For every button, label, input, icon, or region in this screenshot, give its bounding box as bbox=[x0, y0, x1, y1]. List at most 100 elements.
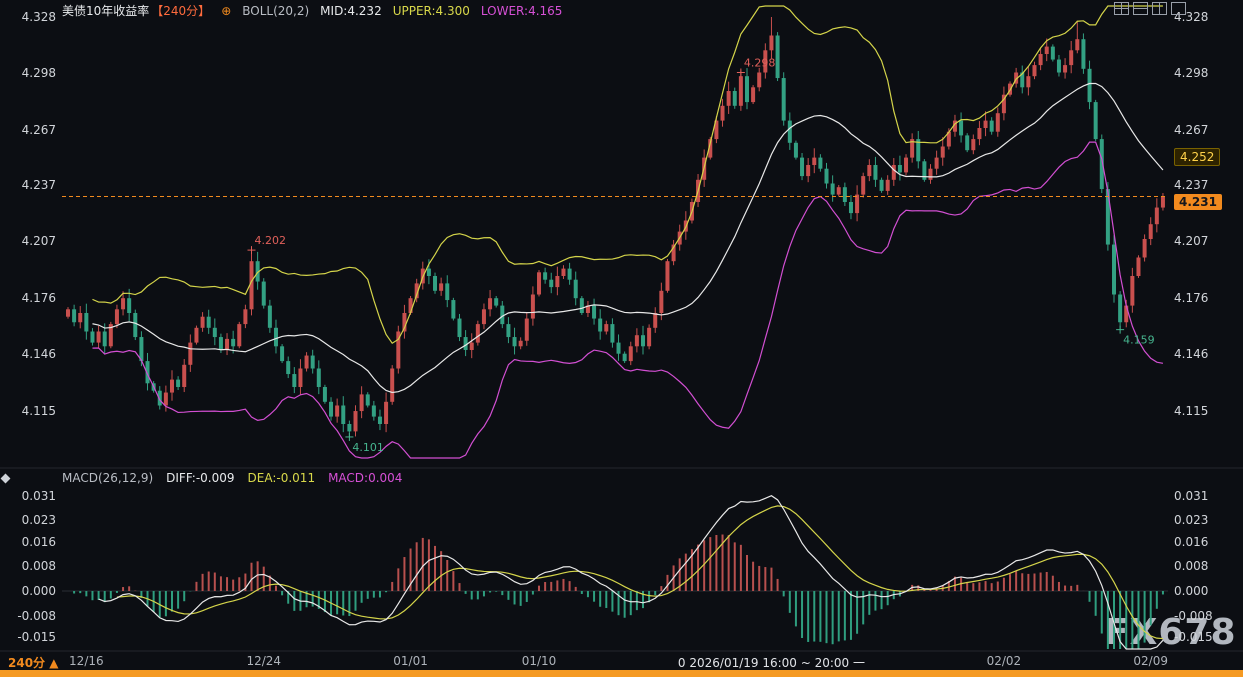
candle-body bbox=[445, 283, 449, 300]
price-axis-right: 4.3284.2984.2674.2374.2074.1764.1464.115… bbox=[1174, 0, 1243, 677]
macd-axis-label: 0.016 bbox=[0, 535, 56, 549]
price-axis-label: 4.328 bbox=[0, 10, 56, 24]
candle-body bbox=[378, 417, 382, 424]
candle-body bbox=[1124, 306, 1128, 323]
candle-body bbox=[390, 369, 394, 402]
candle-body bbox=[941, 147, 945, 158]
candle-body bbox=[647, 328, 651, 347]
candle-body bbox=[225, 339, 229, 350]
candle-body bbox=[617, 343, 621, 354]
macd-dea-value: DEA:-0.011 bbox=[248, 471, 316, 485]
candle-body bbox=[476, 324, 480, 343]
layout-grid-icon[interactable] bbox=[1114, 2, 1129, 15]
layout-vsplit-icon[interactable] bbox=[1152, 2, 1167, 15]
candlestick-series[interactable] bbox=[66, 17, 1165, 437]
price-axis-label: 4.176 bbox=[0, 291, 56, 305]
candle-body bbox=[433, 276, 437, 291]
candle-body bbox=[629, 346, 633, 361]
macd-header: MACD(26,12,9) DIFF:-0.009 DEA:-0.011 MAC… bbox=[62, 471, 402, 485]
price-tag-alert[interactable]: 4.252 bbox=[1174, 148, 1220, 166]
candle-body bbox=[201, 317, 205, 328]
candle-body bbox=[739, 76, 743, 106]
candle-body bbox=[1026, 76, 1030, 87]
candle-body bbox=[537, 272, 541, 294]
candle-body bbox=[262, 282, 266, 306]
candle-body bbox=[610, 324, 614, 343]
candle-body bbox=[170, 380, 174, 393]
candle-body bbox=[1149, 224, 1153, 239]
candle-body bbox=[1057, 60, 1061, 73]
boll-mid-line bbox=[92, 84, 1162, 393]
price-axis-label: 4.115 bbox=[1174, 404, 1208, 418]
layout-single-icon[interactable] bbox=[1171, 2, 1186, 15]
candle-body bbox=[103, 332, 107, 347]
macd-axis-label: 0.008 bbox=[0, 559, 56, 573]
price-axis-label: 4.237 bbox=[0, 178, 56, 192]
boll-label[interactable]: BOLL(20,2) bbox=[242, 4, 309, 18]
price-axis-left: 4.3284.2984.2674.2374.2074.1764.1464.115… bbox=[0, 0, 56, 677]
candle-body bbox=[341, 406, 345, 425]
x-axis-label: 12/16 bbox=[69, 654, 104, 668]
macd-label[interactable]: MACD(26,12,9) bbox=[62, 471, 153, 485]
macd-axis-label: -0.015 bbox=[1174, 630, 1213, 644]
macd-axis-label: 0.031 bbox=[0, 489, 56, 503]
price-axis-label: 4.115 bbox=[0, 404, 56, 418]
boll-lower-value: LOWER:4.165 bbox=[481, 4, 563, 18]
candle-body bbox=[733, 91, 737, 106]
candle-body bbox=[353, 411, 357, 431]
candle-body bbox=[513, 337, 517, 346]
candle-body bbox=[439, 283, 443, 290]
candle-body bbox=[360, 394, 364, 411]
chart-canvas[interactable]: 4.2024.1014.2984.159 bbox=[0, 0, 1243, 677]
candle-body bbox=[561, 269, 565, 276]
x-axis-label: 01/01 bbox=[393, 654, 428, 668]
interval-value: 240分 bbox=[8, 656, 45, 670]
candle-body bbox=[531, 295, 535, 319]
candle-body bbox=[182, 365, 186, 387]
candle-body bbox=[543, 272, 547, 279]
candle-body bbox=[519, 341, 523, 347]
candle-body bbox=[488, 298, 492, 309]
candle-body bbox=[990, 121, 994, 132]
x-axis: 12/1612/2401/0101/1002/0202/090 2026/01/… bbox=[0, 654, 1243, 670]
candle-body bbox=[904, 158, 908, 173]
candle-body bbox=[451, 300, 455, 319]
layout-hsplit-icon[interactable] bbox=[1133, 2, 1148, 15]
interval-label: 【240分】 bbox=[151, 2, 210, 19]
candle-body bbox=[831, 184, 835, 195]
candle-body bbox=[825, 169, 829, 184]
candle-body bbox=[494, 298, 498, 305]
interval-selector[interactable]: 240分 ▲ bbox=[8, 654, 58, 671]
macd-value: MACD:0.004 bbox=[328, 471, 402, 485]
candle-body bbox=[1063, 65, 1067, 72]
x-axis-label: 12/24 bbox=[246, 654, 281, 668]
add-indicator-icon[interactable]: ⊕ bbox=[221, 4, 231, 18]
bottom-bar bbox=[0, 670, 1243, 677]
price-tag-current[interactable]: 4.231 bbox=[1174, 194, 1222, 210]
candle-body bbox=[1081, 39, 1085, 69]
candle-body bbox=[1069, 50, 1073, 65]
boll-upper-value: UPPER:4.300 bbox=[393, 4, 470, 18]
candle-body bbox=[1039, 54, 1043, 65]
candle-body bbox=[231, 339, 235, 346]
candle-body bbox=[97, 332, 101, 343]
price-axis-label: 4.146 bbox=[0, 347, 56, 361]
macd-histogram[interactable] bbox=[68, 535, 1163, 649]
candle-body bbox=[292, 374, 296, 387]
candle-body bbox=[329, 402, 333, 417]
candle-body bbox=[782, 78, 786, 121]
price-annotation: 4.202 bbox=[255, 234, 287, 247]
price-annotation: 4.101 bbox=[352, 441, 384, 454]
candle-body bbox=[580, 298, 584, 313]
candle-body bbox=[843, 187, 847, 202]
candle-body bbox=[1075, 39, 1079, 50]
price-annotation: 4.159 bbox=[1123, 334, 1155, 347]
candle-body bbox=[776, 36, 780, 79]
candle-body bbox=[207, 317, 211, 328]
dea-line bbox=[117, 506, 1163, 639]
candle-body bbox=[219, 337, 223, 350]
price-axis-label: 4.207 bbox=[1174, 234, 1208, 248]
candle-body bbox=[549, 280, 553, 287]
candle-body bbox=[806, 165, 810, 176]
candle-body bbox=[384, 402, 388, 424]
